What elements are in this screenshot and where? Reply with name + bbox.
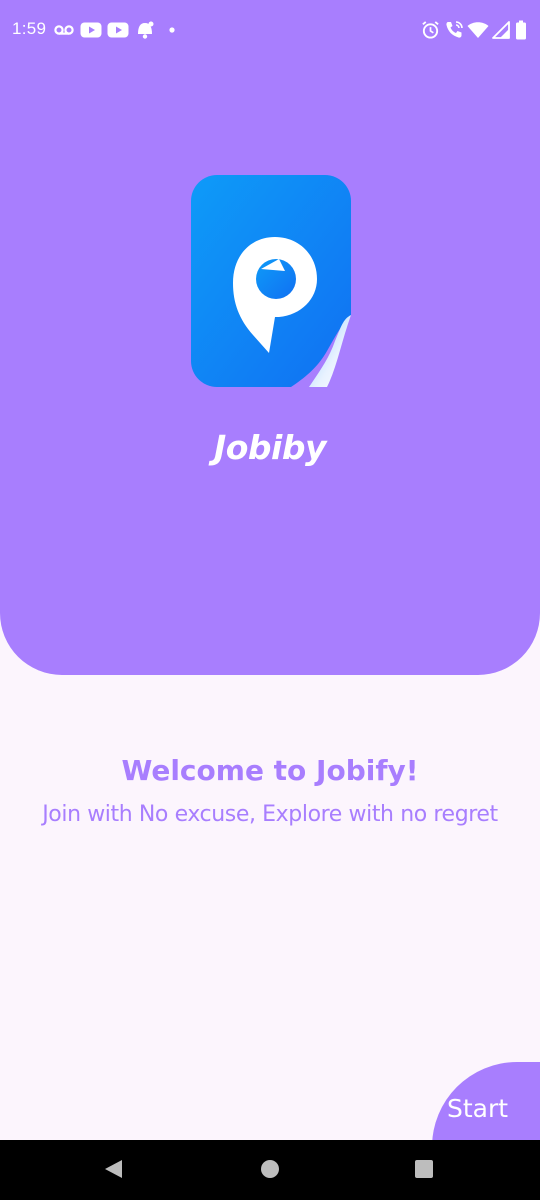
wifi-calling-icon [446,21,463,38]
home-button[interactable] [230,1140,310,1200]
back-icon [105,1160,122,1178]
home-icon [261,1160,279,1178]
welcome-title: Welcome to Jobify! [121,754,419,787]
alarm-icon [422,21,439,39]
app-name: Jobiby [213,428,327,467]
recents-icon [415,1160,433,1178]
battery-icon [516,20,526,40]
jobify-logo-icon [191,175,351,387]
welcome-screen: 1:59 Jobiby Welcome to Jobify! Join with… [0,0,540,1200]
recents-button[interactable] [384,1140,464,1200]
start-button-label: Start [447,1094,509,1123]
wifi-icon [467,22,489,38]
back-button[interactable] [74,1140,154,1200]
cell-signal-icon [492,21,510,39]
welcome-subtitle: Join with No excuse, Explore with no reg… [42,802,498,827]
status-bar: 1:59 [0,0,540,62]
dot-icon [169,27,175,33]
youtube-icon [107,22,129,38]
navigation-bar [0,1140,540,1200]
youtube-icon [80,22,102,38]
voicemail-icon [54,25,74,35]
status-time: 1:59 [12,19,47,38]
notification-bell-icon [138,21,154,39]
